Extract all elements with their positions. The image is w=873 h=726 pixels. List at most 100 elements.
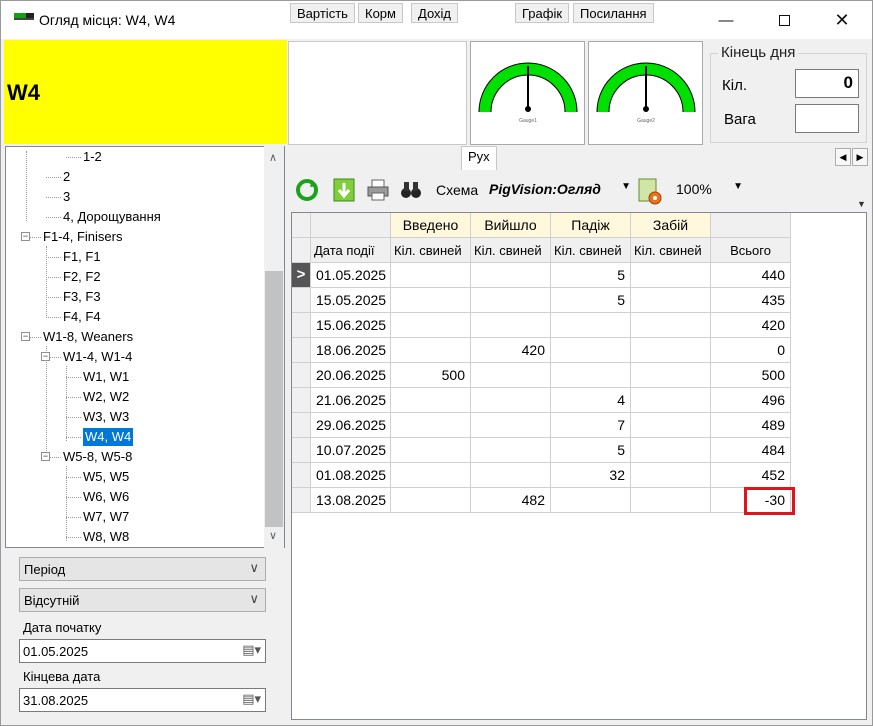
tree-node[interactable]: 2 bbox=[63, 168, 70, 186]
tree-node[interactable]: W6, W6 bbox=[83, 488, 129, 506]
grid-cell[interactable] bbox=[391, 263, 471, 288]
grid-cell[interactable] bbox=[551, 363, 631, 388]
tree-node[interactable]: W2, W2 bbox=[83, 388, 129, 406]
grid-cell[interactable] bbox=[391, 488, 471, 513]
tree-expander-icon[interactable]: − bbox=[41, 352, 50, 361]
grid-column-header[interactable]: Кіл. свиней bbox=[631, 238, 711, 263]
grid-cell[interactable]: 20.06.2025 bbox=[311, 363, 391, 388]
grid-cell[interactable] bbox=[631, 413, 711, 438]
tab-movement[interactable]: Рух bbox=[461, 146, 497, 170]
tree-expander-icon[interactable]: − bbox=[21, 232, 30, 241]
tree-node[interactable]: W5, W5 bbox=[83, 468, 129, 486]
grid-cell[interactable] bbox=[631, 488, 711, 513]
grid-cell[interactable] bbox=[551, 313, 631, 338]
zoom-select[interactable]: 100% ▼ bbox=[671, 178, 747, 202]
tab-scroll-left-icon[interactable]: ◀ bbox=[835, 148, 851, 166]
grid-cell[interactable]: 489 bbox=[711, 413, 791, 438]
tree-node[interactable]: W1, W1 bbox=[83, 368, 129, 386]
weight-field[interactable] bbox=[795, 104, 859, 133]
grid-cell[interactable]: 420 bbox=[471, 338, 551, 363]
grid-cell[interactable] bbox=[391, 463, 471, 488]
refresh-icon[interactable] bbox=[295, 178, 319, 202]
grid-cell[interactable] bbox=[391, 288, 471, 313]
minimize-button[interactable]: — bbox=[697, 1, 755, 39]
grid-cell[interactable]: 420 bbox=[711, 313, 791, 338]
grid-cell[interactable] bbox=[551, 488, 631, 513]
tree-node[interactable]: F2, F2 bbox=[63, 268, 101, 286]
grid-cell[interactable]: 32 bbox=[551, 463, 631, 488]
export-icon[interactable] bbox=[332, 178, 356, 202]
tab-income[interactable]: Дохід bbox=[411, 3, 459, 23]
grid-cell[interactable] bbox=[471, 438, 551, 463]
row-header[interactable] bbox=[292, 463, 311, 488]
grid-cell[interactable]: 21.06.2025 bbox=[311, 388, 391, 413]
tree-node[interactable]: F1, F1 bbox=[63, 248, 101, 266]
tree-node[interactable]: W1-4, W1-4 bbox=[63, 348, 132, 366]
grid-cell[interactable] bbox=[471, 313, 551, 338]
grid-cell[interactable] bbox=[631, 288, 711, 313]
tab-scroll-right-icon[interactable]: ▶ bbox=[852, 148, 868, 166]
grid-column-header[interactable]: Всього bbox=[711, 238, 791, 263]
grid-cell[interactable]: 4 bbox=[551, 388, 631, 413]
grid-cell[interactable]: 435 bbox=[711, 288, 791, 313]
grid-cell[interactable]: 15.05.2025 bbox=[311, 288, 391, 313]
tab-chart[interactable]: Графік bbox=[515, 3, 570, 23]
tab-links[interactable]: Посилання bbox=[573, 3, 654, 23]
grid-cell[interactable] bbox=[631, 263, 711, 288]
grid-cell[interactable]: 482 bbox=[471, 488, 551, 513]
period-select[interactable]: Період ∨ bbox=[19, 557, 266, 581]
tree-node[interactable]: F4, F4 bbox=[63, 308, 101, 326]
grid-cell[interactable] bbox=[631, 388, 711, 413]
tab-cost[interactable]: Вартість bbox=[290, 3, 355, 23]
tree-node[interactable]: W3, W3 bbox=[83, 408, 129, 426]
grid-cell[interactable]: 452 bbox=[711, 463, 791, 488]
qty-field[interactable]: 0 bbox=[795, 69, 859, 98]
grid-cell[interactable]: 18.06.2025 bbox=[311, 338, 391, 363]
grid-cell[interactable] bbox=[631, 363, 711, 388]
grid-cell[interactable] bbox=[471, 288, 551, 313]
grid-cell[interactable]: 500 bbox=[711, 363, 791, 388]
grid-cell[interactable] bbox=[391, 438, 471, 463]
grid-cell[interactable] bbox=[471, 463, 551, 488]
grid-cell[interactable] bbox=[471, 263, 551, 288]
grid-cell[interactable]: 29.06.2025 bbox=[311, 413, 391, 438]
grid-cell[interactable] bbox=[631, 338, 711, 363]
grid-cell[interactable]: 5 bbox=[551, 263, 631, 288]
grid-cell[interactable]: 440 bbox=[711, 263, 791, 288]
end-date-field[interactable]: 31.08.2025 ▤▾ bbox=[19, 688, 266, 712]
row-header[interactable] bbox=[292, 438, 311, 463]
grid-cell[interactable] bbox=[631, 463, 711, 488]
grid-cell[interactable]: 5 bbox=[551, 438, 631, 463]
binoculars-icon[interactable] bbox=[399, 178, 423, 202]
grid-cell[interactable] bbox=[471, 363, 551, 388]
absent-select[interactable]: Відсутній ∨ bbox=[19, 588, 266, 612]
tree-node[interactable]: 1-2 bbox=[83, 148, 102, 166]
grid-cell[interactable] bbox=[391, 413, 471, 438]
tree-node[interactable]: F1-4, Finisers bbox=[43, 228, 122, 246]
row-header[interactable] bbox=[292, 288, 311, 313]
row-header[interactable] bbox=[292, 388, 311, 413]
grid-cell[interactable]: 10.07.2025 bbox=[311, 438, 391, 463]
scroll-up-icon[interactable]: ∧ bbox=[269, 151, 277, 164]
row-header[interactable] bbox=[292, 413, 311, 438]
calendar-icon[interactable]: ▤▾ bbox=[242, 691, 261, 707]
current-row-marker[interactable]: > bbox=[292, 263, 311, 288]
tree-node[interactable]: W8, W8 bbox=[83, 528, 129, 546]
tree-scroll-thumb[interactable] bbox=[265, 271, 283, 527]
grid-cell[interactable]: 15.06.2025 bbox=[311, 313, 391, 338]
grid-cell[interactable] bbox=[471, 388, 551, 413]
tree-node[interactable]: W7, W7 bbox=[83, 508, 129, 526]
tree-node[interactable]: 4, Дорощування bbox=[63, 208, 161, 226]
row-header[interactable] bbox=[292, 488, 311, 513]
schema-select[interactable]: PigVision:Огляд ▼ bbox=[483, 178, 635, 202]
grid-column-header[interactable]: Кіл. свиней bbox=[551, 238, 631, 263]
grid-cell[interactable]: 01.05.2025 bbox=[311, 263, 391, 288]
tree-node[interactable]: F3, F3 bbox=[63, 288, 101, 306]
print-icon[interactable] bbox=[366, 178, 390, 202]
maximize-button[interactable] bbox=[755, 1, 813, 39]
start-date-field[interactable]: 01.05.2025 ▤▾ bbox=[19, 639, 266, 663]
tree-node[interactable]: W1-8, Weaners bbox=[43, 328, 133, 346]
grid-cell[interactable] bbox=[631, 313, 711, 338]
grid-cell[interactable]: 5 bbox=[551, 288, 631, 313]
tree-node[interactable]: 3 bbox=[63, 188, 70, 206]
